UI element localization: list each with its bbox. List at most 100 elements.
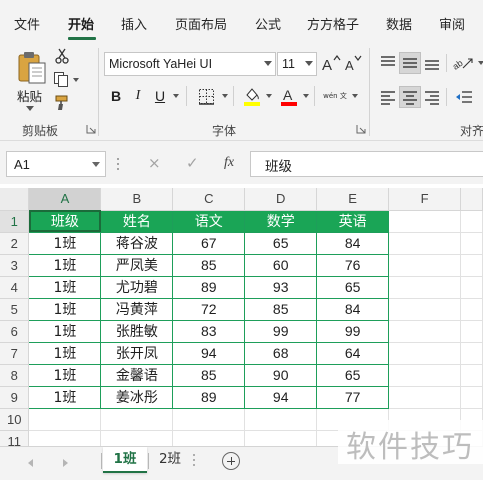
font-dialog-launcher[interactable] [356, 124, 366, 134]
underline-button[interactable]: U [150, 85, 170, 107]
column-header-d[interactable]: D [244, 188, 318, 211]
table-header-cell[interactable]: 数学 [244, 210, 318, 233]
table-cell[interactable]: 65 [316, 276, 390, 299]
empty-cell[interactable] [460, 276, 483, 299]
empty-cell[interactable] [460, 232, 483, 255]
font-color-dropdown-arrow[interactable] [303, 94, 309, 98]
sheet-tab-2[interactable]: 2班 [150, 447, 190, 473]
row-header[interactable]: 5 [0, 298, 30, 321]
empty-cell[interactable] [388, 298, 461, 321]
formula-input[interactable]: 班级 [250, 151, 483, 177]
empty-cell[interactable] [172, 430, 246, 446]
table-cell[interactable]: 99 [316, 320, 390, 343]
empty-cell[interactable] [388, 254, 461, 277]
empty-cell[interactable] [388, 342, 461, 365]
table-header-cell[interactable]: 英语 [316, 210, 390, 233]
empty-cell[interactable] [388, 276, 461, 299]
column-header-f[interactable]: F [388, 188, 461, 211]
cut-button[interactable] [53, 47, 71, 65]
tab-data[interactable]: 数据 [386, 14, 412, 33]
align-bottom-button[interactable] [421, 52, 443, 74]
paste-label[interactable]: 粘贴 [17, 86, 42, 105]
table-cell[interactable]: 76 [316, 254, 390, 277]
font-name-select[interactable]: Microsoft YaHei UI [104, 52, 276, 76]
sheet-tab-resize-handle[interactable] [193, 454, 196, 469]
empty-cell[interactable] [100, 430, 174, 446]
table-cell[interactable]: 90 [244, 364, 318, 387]
table-cell[interactable]: 85 [172, 364, 246, 387]
table-cell[interactable]: 1班 [28, 364, 102, 387]
orientation-button[interactable]: ab [452, 52, 476, 74]
empty-cell[interactable] [172, 408, 246, 431]
table-cell[interactable]: 尤功碧 [100, 276, 174, 299]
table-cell[interactable]: 85 [244, 298, 318, 321]
table-cell[interactable]: 94 [244, 386, 318, 409]
row-header[interactable]: 2 [0, 232, 30, 255]
clipboard-dialog-launcher[interactable] [86, 124, 96, 134]
decrease-indent-button[interactable] [452, 86, 476, 108]
phonetic-guide-button[interactable]: wén 文 [322, 84, 348, 108]
copy-button[interactable] [52, 70, 70, 88]
column-header-g[interactable] [460, 188, 483, 211]
tab-home[interactable]: 开始 [68, 14, 94, 33]
table-cell[interactable]: 张开凤 [100, 342, 174, 365]
insert-function-icon[interactable]: fx [224, 155, 234, 171]
sheet-tab-1[interactable]: 1班 [103, 447, 147, 473]
table-cell[interactable]: 84 [316, 298, 390, 321]
increase-font-size-button[interactable]: A [321, 53, 341, 73]
table-cell[interactable]: 94 [172, 342, 246, 365]
table-cell[interactable]: 张胜敏 [100, 320, 174, 343]
borders-button[interactable] [196, 86, 216, 106]
table-cell[interactable]: 金馨语 [100, 364, 174, 387]
worksheet-grid[interactable]: A B C D E F 1 班级 姓名 语文 数学 英语 2 1班 蒋谷波 67 65 84 3 1班 严凤… [0, 184, 483, 446]
column-header-b[interactable]: B [100, 188, 174, 211]
cancel-icon[interactable]: × [148, 154, 161, 172]
paste-dropdown-arrow[interactable] [26, 106, 34, 111]
empty-cell[interactable] [100, 408, 174, 431]
active-cell[interactable]: 班级 [28, 210, 102, 233]
column-header-e[interactable]: E [316, 188, 390, 211]
empty-cell[interactable] [460, 364, 483, 387]
row-header[interactable]: 8 [0, 364, 30, 387]
scroll-sheets-left-icon[interactable] [28, 459, 33, 467]
scroll-sheets-right-icon[interactable] [63, 459, 68, 467]
font-color-button[interactable]: A [279, 85, 299, 107]
row-header[interactable]: 9 [0, 386, 30, 409]
table-cell[interactable]: 84 [316, 232, 390, 255]
empty-cell[interactable] [460, 254, 483, 277]
empty-cell[interactable] [388, 320, 461, 343]
phonetic-dropdown-arrow[interactable] [352, 94, 358, 98]
table-cell[interactable]: 77 [316, 386, 390, 409]
orientation-dropdown-arrow[interactable] [478, 61, 483, 65]
tab-page-layout[interactable]: 页面布局 [175, 14, 227, 33]
row-header[interactable]: 1 [0, 210, 30, 233]
table-cell[interactable]: 64 [316, 342, 390, 365]
fill-color-dropdown-arrow[interactable] [266, 94, 272, 98]
italic-button[interactable]: I [128, 85, 148, 107]
table-cell[interactable]: 67 [172, 232, 246, 255]
table-cell[interactable]: 1班 [28, 386, 102, 409]
borders-dropdown-arrow[interactable] [222, 94, 228, 98]
tab-formulas[interactable]: 公式 [255, 14, 281, 33]
align-middle-button[interactable] [399, 52, 421, 74]
table-cell[interactable]: 72 [172, 298, 246, 321]
tab-file[interactable]: 文件 [14, 14, 40, 33]
tab-fangfang-gezi[interactable]: 方方格子 [307, 14, 359, 33]
table-cell[interactable]: 蒋谷波 [100, 232, 174, 255]
row-header[interactable]: 6 [0, 320, 30, 343]
table-cell[interactable]: 1班 [28, 232, 102, 255]
table-cell[interactable]: 1班 [28, 342, 102, 365]
align-center-button[interactable] [399, 86, 421, 108]
table-cell[interactable]: 85 [172, 254, 246, 277]
table-cell[interactable]: 65 [244, 232, 318, 255]
select-all-corner[interactable] [0, 188, 30, 211]
table-cell[interactable]: 冯黄萍 [100, 298, 174, 321]
copy-dropdown-arrow[interactable] [73, 78, 79, 82]
tab-review[interactable]: 审阅 [439, 14, 465, 33]
enter-icon[interactable]: ✓ [186, 154, 199, 172]
table-cell[interactable]: 1班 [28, 320, 102, 343]
align-right-button[interactable] [421, 86, 443, 108]
empty-cell[interactable] [244, 430, 318, 446]
table-cell[interactable]: 60 [244, 254, 318, 277]
empty-cell[interactable] [28, 430, 102, 446]
